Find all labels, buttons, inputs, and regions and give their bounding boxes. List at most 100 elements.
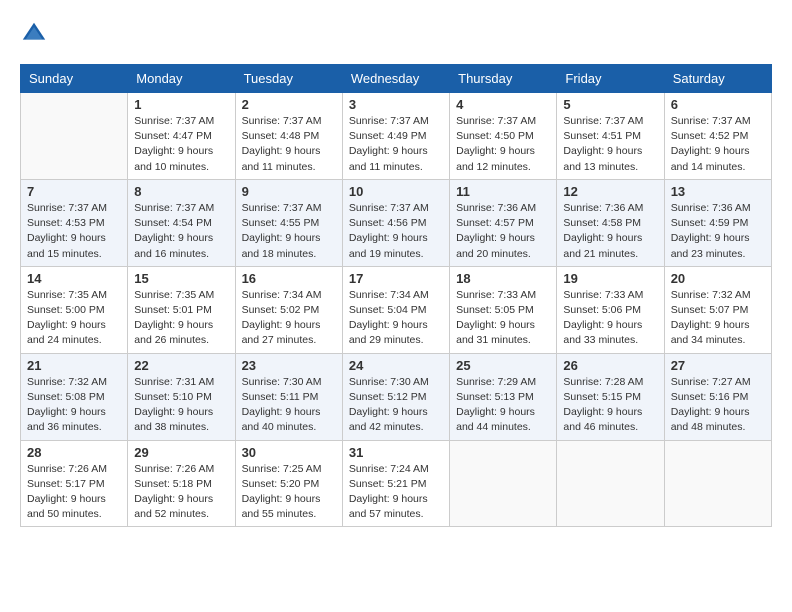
day-info: Sunrise: 7:37 AMSunset: 4:48 PMDaylight:… bbox=[242, 114, 336, 175]
day-number: 29 bbox=[134, 445, 228, 460]
calendar-cell: 16 Sunrise: 7:34 AMSunset: 5:02 PMDayligh… bbox=[235, 266, 342, 353]
calendar-cell: 11 Sunrise: 7:36 AMSunset: 4:57 PMDayligh… bbox=[450, 179, 557, 266]
calendar-cell: 27 Sunrise: 7:27 AMSunset: 5:16 PMDayligh… bbox=[664, 353, 771, 440]
day-info: Sunrise: 7:34 AMSunset: 5:02 PMDaylight:… bbox=[242, 288, 336, 349]
calendar-cell: 25 Sunrise: 7:29 AMSunset: 5:13 PMDayligh… bbox=[450, 353, 557, 440]
weekday-header-wednesday: Wednesday bbox=[342, 65, 449, 93]
day-number: 24 bbox=[349, 358, 443, 373]
calendar-week-row: 7Sunrise: 7:37 AMSunset: 4:53 PMDaylight… bbox=[21, 179, 772, 266]
weekday-header-saturday: Saturday bbox=[664, 65, 771, 93]
day-number: 12 bbox=[563, 184, 657, 199]
day-info: Sunrise: 7:37 AMSunset: 4:47 PMDaylight:… bbox=[134, 114, 228, 175]
day-info: Sunrise: 7:29 AMSunset: 5:13 PMDaylight:… bbox=[456, 375, 550, 436]
day-number: 20 bbox=[671, 271, 765, 286]
calendar-cell: 22 Sunrise: 7:31 AMSunset: 5:10 PMDayligh… bbox=[128, 353, 235, 440]
calendar-cell: 30 Sunrise: 7:25 AMSunset: 5:20 PMDayligh… bbox=[235, 440, 342, 527]
calendar-cell: 8 Sunrise: 7:37 AMSunset: 4:54 PMDaylight… bbox=[128, 179, 235, 266]
weekday-header-tuesday: Tuesday bbox=[235, 65, 342, 93]
day-number: 4 bbox=[456, 97, 550, 112]
day-info: Sunrise: 7:34 AMSunset: 5:04 PMDaylight:… bbox=[349, 288, 443, 349]
calendar-cell bbox=[21, 93, 128, 180]
calendar-week-row: 21 Sunrise: 7:32 AMSunset: 5:08 PMDayligh… bbox=[21, 353, 772, 440]
day-number: 16 bbox=[242, 271, 336, 286]
page-header bbox=[20, 20, 772, 48]
day-number: 14 bbox=[27, 271, 121, 286]
day-info: Sunrise: 7:33 AMSunset: 5:06 PMDaylight:… bbox=[563, 288, 657, 349]
weekday-header-sunday: Sunday bbox=[21, 65, 128, 93]
calendar-week-row: 14 Sunrise: 7:35 AMSunset: 5:00 PMDayligh… bbox=[21, 266, 772, 353]
day-number: 25 bbox=[456, 358, 550, 373]
day-info: Sunrise: 7:37 AMSunset: 4:49 PMDaylight:… bbox=[349, 114, 443, 175]
calendar-cell: 7Sunrise: 7:37 AMSunset: 4:53 PMDaylight… bbox=[21, 179, 128, 266]
day-info: Sunrise: 7:32 AMSunset: 5:08 PMDaylight:… bbox=[27, 375, 121, 436]
day-info: Sunrise: 7:26 AMSunset: 5:18 PMDaylight:… bbox=[134, 462, 228, 523]
day-info: Sunrise: 7:32 AMSunset: 5:07 PMDaylight:… bbox=[671, 288, 765, 349]
calendar-cell: 20 Sunrise: 7:32 AMSunset: 5:07 PMDayligh… bbox=[664, 266, 771, 353]
calendar-cell: 4 Sunrise: 7:37 AMSunset: 4:50 PMDaylight… bbox=[450, 93, 557, 180]
day-number: 11 bbox=[456, 184, 550, 199]
day-info: Sunrise: 7:36 AMSunset: 4:58 PMDaylight:… bbox=[563, 201, 657, 262]
calendar-cell: 26 Sunrise: 7:28 AMSunset: 5:15 PMDayligh… bbox=[557, 353, 664, 440]
day-number: 2 bbox=[242, 97, 336, 112]
day-info: Sunrise: 7:27 AMSunset: 5:16 PMDaylight:… bbox=[671, 375, 765, 436]
day-info: Sunrise: 7:24 AMSunset: 5:21 PMDaylight:… bbox=[349, 462, 443, 523]
calendar-cell: 2 Sunrise: 7:37 AMSunset: 4:48 PMDaylight… bbox=[235, 93, 342, 180]
day-number: 1 bbox=[134, 97, 228, 112]
calendar-cell: 21 Sunrise: 7:32 AMSunset: 5:08 PMDayligh… bbox=[21, 353, 128, 440]
day-info: Sunrise: 7:37 AMSunset: 4:54 PMDaylight:… bbox=[134, 201, 228, 262]
day-number: 31 bbox=[349, 445, 443, 460]
day-number: 6 bbox=[671, 97, 765, 112]
day-number: 23 bbox=[242, 358, 336, 373]
calendar-cell: 14 Sunrise: 7:35 AMSunset: 5:00 PMDayligh… bbox=[21, 266, 128, 353]
day-number: 26 bbox=[563, 358, 657, 373]
calendar-cell bbox=[450, 440, 557, 527]
weekday-header-monday: Monday bbox=[128, 65, 235, 93]
day-info: Sunrise: 7:35 AMSunset: 5:01 PMDaylight:… bbox=[134, 288, 228, 349]
day-info: Sunrise: 7:37 AMSunset: 4:52 PMDaylight:… bbox=[671, 114, 765, 175]
calendar-cell: 9 Sunrise: 7:37 AMSunset: 4:55 PMDaylight… bbox=[235, 179, 342, 266]
day-info: Sunrise: 7:37 AMSunset: 4:55 PMDaylight:… bbox=[242, 201, 336, 262]
day-number: 10 bbox=[349, 184, 443, 199]
calendar-week-row: 1 Sunrise: 7:37 AMSunset: 4:47 PMDaylight… bbox=[21, 93, 772, 180]
day-number: 19 bbox=[563, 271, 657, 286]
calendar-cell: 10 Sunrise: 7:37 AMSunset: 4:56 PMDayligh… bbox=[342, 179, 449, 266]
day-info: Sunrise: 7:28 AMSunset: 5:15 PMDaylight:… bbox=[563, 375, 657, 436]
calendar-cell: 18 Sunrise: 7:33 AMSunset: 5:05 PMDayligh… bbox=[450, 266, 557, 353]
calendar-cell: 15Sunrise: 7:35 AMSunset: 5:01 PMDayligh… bbox=[128, 266, 235, 353]
day-info: Sunrise: 7:33 AMSunset: 5:05 PMDaylight:… bbox=[456, 288, 550, 349]
day-number: 18 bbox=[456, 271, 550, 286]
day-info: Sunrise: 7:26 AMSunset: 5:17 PMDaylight:… bbox=[27, 462, 121, 523]
day-number: 27 bbox=[671, 358, 765, 373]
day-info: Sunrise: 7:35 AMSunset: 5:00 PMDaylight:… bbox=[27, 288, 121, 349]
day-number: 3 bbox=[349, 97, 443, 112]
day-info: Sunrise: 7:25 AMSunset: 5:20 PMDaylight:… bbox=[242, 462, 336, 523]
day-number: 9 bbox=[242, 184, 336, 199]
day-number: 17 bbox=[349, 271, 443, 286]
day-number: 5 bbox=[563, 97, 657, 112]
day-info: Sunrise: 7:30 AMSunset: 5:12 PMDaylight:… bbox=[349, 375, 443, 436]
day-info: Sunrise: 7:31 AMSunset: 5:10 PMDaylight:… bbox=[134, 375, 228, 436]
calendar-cell bbox=[557, 440, 664, 527]
day-info: Sunrise: 7:37 AMSunset: 4:50 PMDaylight:… bbox=[456, 114, 550, 175]
day-number: 30 bbox=[242, 445, 336, 460]
day-info: Sunrise: 7:36 AMSunset: 4:57 PMDaylight:… bbox=[456, 201, 550, 262]
day-number: 22 bbox=[134, 358, 228, 373]
calendar-cell: 6 Sunrise: 7:37 AMSunset: 4:52 PMDaylight… bbox=[664, 93, 771, 180]
calendar-cell: 17 Sunrise: 7:34 AMSunset: 5:04 PMDayligh… bbox=[342, 266, 449, 353]
day-number: 21 bbox=[27, 358, 121, 373]
day-number: 13 bbox=[671, 184, 765, 199]
calendar-cell: 24 Sunrise: 7:30 AMSunset: 5:12 PMDayligh… bbox=[342, 353, 449, 440]
calendar-cell: 23 Sunrise: 7:30 AMSunset: 5:11 PMDayligh… bbox=[235, 353, 342, 440]
calendar-cell bbox=[664, 440, 771, 527]
logo bbox=[20, 20, 52, 48]
day-number: 28 bbox=[27, 445, 121, 460]
day-info: Sunrise: 7:30 AMSunset: 5:11 PMDaylight:… bbox=[242, 375, 336, 436]
day-number: 7 bbox=[27, 184, 121, 199]
weekday-header-row: SundayMondayTuesdayWednesdayThursdayFrid… bbox=[21, 65, 772, 93]
calendar-cell: 28 Sunrise: 7:26 AMSunset: 5:17 PMDayligh… bbox=[21, 440, 128, 527]
day-info: Sunrise: 7:36 AMSunset: 4:59 PMDaylight:… bbox=[671, 201, 765, 262]
day-info: Sunrise: 7:37 AMSunset: 4:56 PMDaylight:… bbox=[349, 201, 443, 262]
weekday-header-friday: Friday bbox=[557, 65, 664, 93]
day-number: 8 bbox=[134, 184, 228, 199]
weekday-header-thursday: Thursday bbox=[450, 65, 557, 93]
